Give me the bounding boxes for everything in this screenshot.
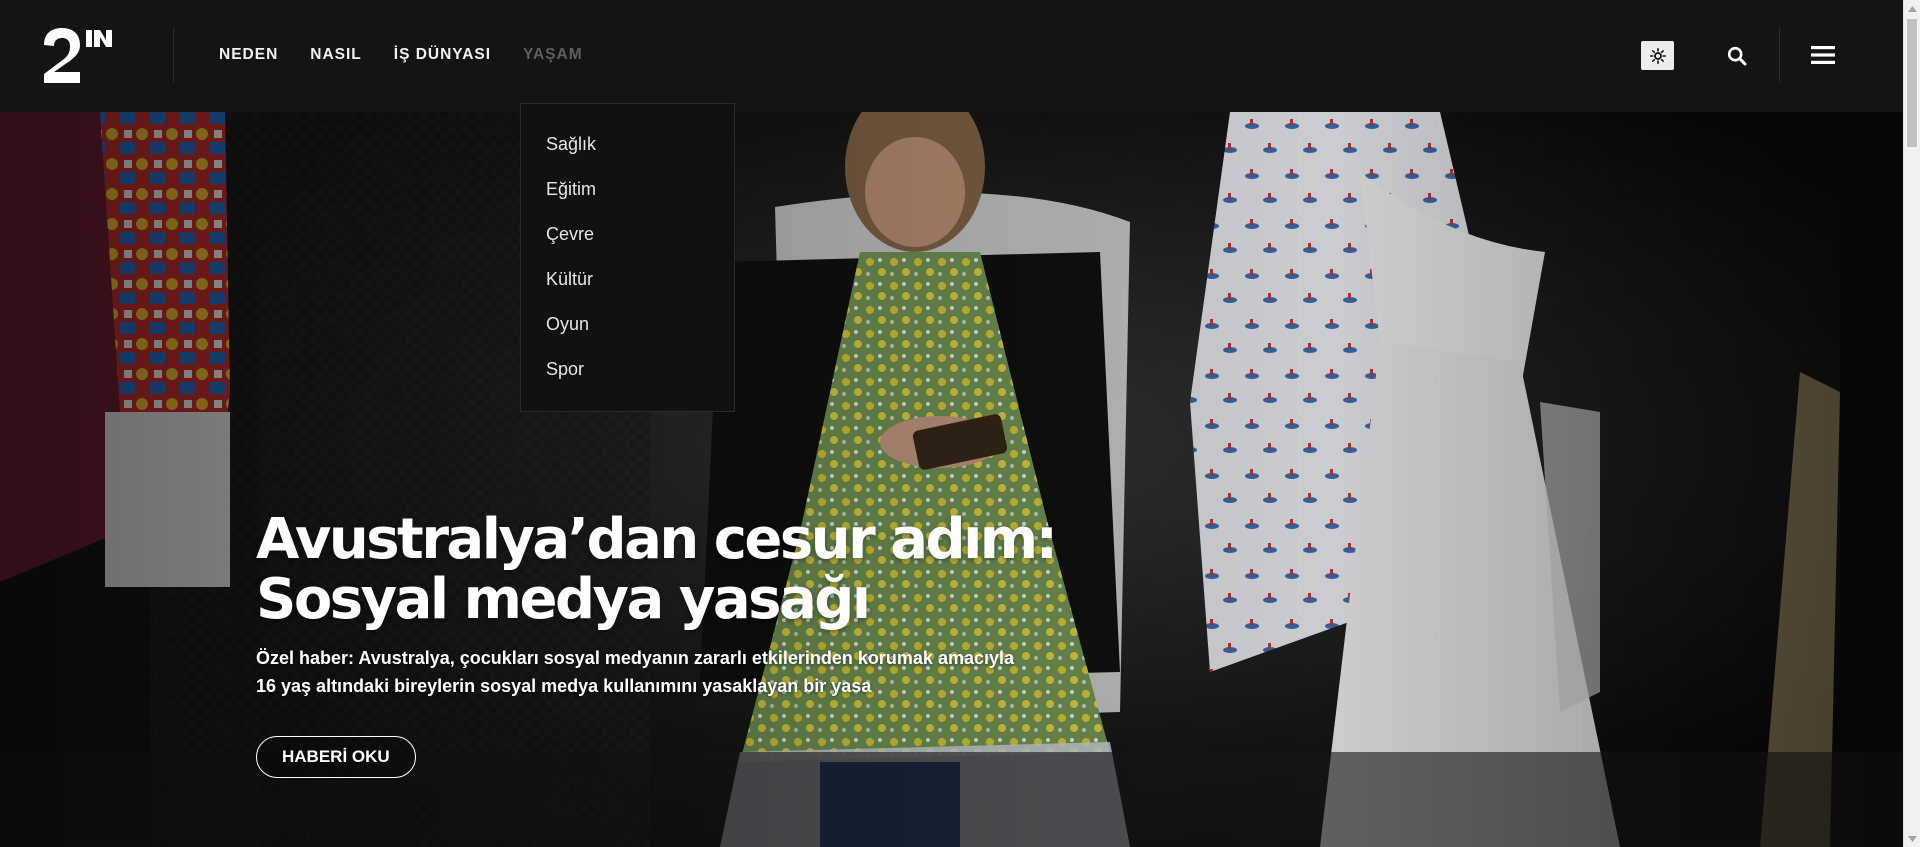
- vertical-scrollbar[interactable]: [1903, 0, 1920, 847]
- article-summary: Özel haber: Avustralya, çocukları sosyal…: [256, 648, 1015, 696]
- dropdown-item-spor[interactable]: Spor: [521, 347, 734, 392]
- article-headline[interactable]: Avustralya’dan cesur adım: Sosyal medya …: [256, 510, 1156, 630]
- yasam-dropdown-menu: Sağlık Eğitim Çevre Kültür Oyun Spor: [520, 103, 735, 412]
- headline-line-2: Sosyal medya yasağı: [256, 567, 871, 632]
- nav-item-yasam[interactable]: YAŞAM: [523, 46, 583, 64]
- nav-item-is-dunyasi[interactable]: İŞ DÜNYASI: [394, 46, 491, 64]
- sun-icon: [1649, 47, 1666, 64]
- nav-item-neden[interactable]: NEDEN: [219, 46, 278, 64]
- site-logo[interactable]: [42, 27, 114, 85]
- dropdown-item-saglik[interactable]: Sağlık: [521, 122, 734, 167]
- dropdown-item-egitim[interactable]: Eğitim: [521, 167, 734, 212]
- menu-button[interactable]: [1808, 40, 1838, 70]
- search-icon: [1727, 46, 1747, 66]
- header-divider-right: [1779, 28, 1780, 82]
- read-article-button[interactable]: HABERİ OKU: [256, 736, 416, 778]
- search-button[interactable]: [1722, 41, 1752, 71]
- scroll-up-arrow-icon[interactable]: [1904, 0, 1920, 17]
- page: NEDEN NASIL İŞ DÜNYASI YAŞAM Sağlık Eğit…: [0, 0, 1903, 847]
- hero-content: Avustralya’dan cesur adım: Sosyal medya …: [256, 510, 1156, 778]
- hamburger-menu-icon: [1811, 46, 1835, 64]
- dropdown-item-kultur[interactable]: Kültür: [521, 257, 734, 302]
- nav-item-nasil[interactable]: NASIL: [310, 46, 362, 64]
- site-header: NEDEN NASIL İŞ DÜNYASI YAŞAM: [0, 0, 1903, 112]
- header-divider: [173, 28, 174, 82]
- dropdown-item-oyun[interactable]: Oyun: [521, 302, 734, 347]
- scroll-down-arrow-icon[interactable]: [1904, 830, 1920, 847]
- headline-line-1: Avustralya’dan cesur adım:: [256, 507, 1058, 572]
- theme-toggle-button[interactable]: [1641, 41, 1674, 70]
- main-nav: NEDEN NASIL İŞ DÜNYASI YAŞAM: [219, 0, 615, 110]
- scrollbar-thumb[interactable]: [1907, 19, 1917, 147]
- dropdown-item-cevre[interactable]: Çevre: [521, 212, 734, 257]
